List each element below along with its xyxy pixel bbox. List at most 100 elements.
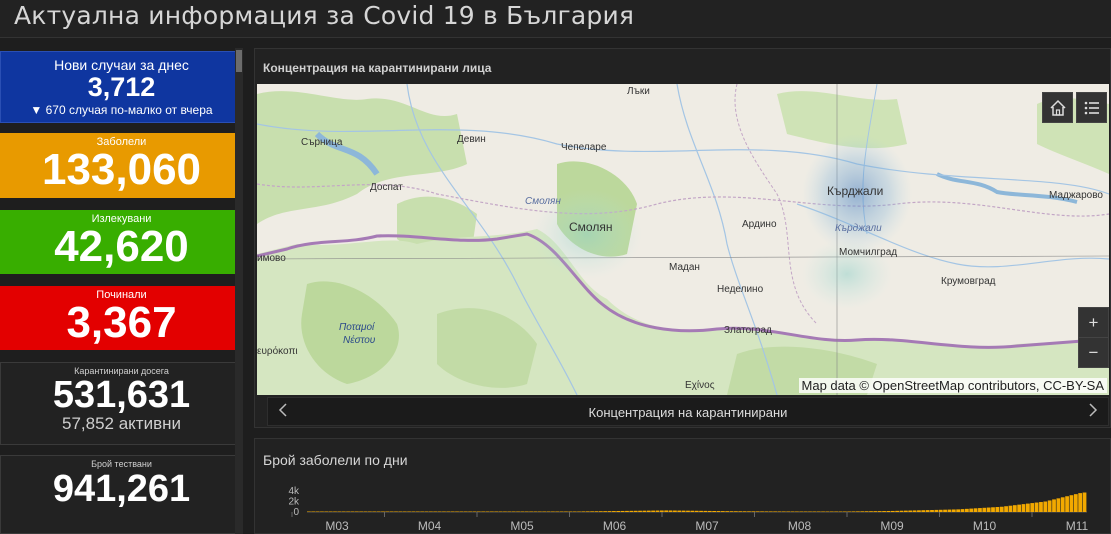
chart-bar[interactable]	[694, 510, 699, 512]
chart-bar[interactable]	[537, 511, 542, 513]
chart-bar[interactable]	[494, 511, 499, 513]
chart-bar[interactable]	[564, 511, 568, 513]
chart-bar[interactable]	[699, 510, 703, 512]
chart-bar[interactable]	[943, 509, 947, 512]
chart-bar[interactable]	[402, 511, 407, 513]
chart-bar[interactable]	[463, 511, 468, 513]
chart-bar[interactable]	[847, 511, 852, 512]
chart-bar[interactable]	[760, 511, 764, 512]
chart-bar[interactable]	[490, 511, 494, 513]
chart-bar[interactable]	[315, 511, 320, 513]
daily-cases-chart[interactable]: 4k2k0 M03 M04 M05 M06 M07 M08 M09 M10 M11	[255, 439, 1111, 534]
chart-bar[interactable]	[877, 511, 882, 512]
chart-bar[interactable]	[389, 511, 394, 513]
chart-bar[interactable]	[568, 511, 573, 513]
chart-bar[interactable]	[764, 511, 769, 512]
chart-bar[interactable]	[677, 510, 682, 512]
chart-bar[interactable]	[320, 511, 324, 513]
chart-bar[interactable]	[890, 510, 895, 512]
chart-bar[interactable]	[455, 511, 459, 513]
chart-bar[interactable]	[1073, 494, 1078, 512]
chart-bar[interactable]	[720, 511, 725, 512]
chart-bar[interactable]	[638, 510, 642, 512]
scrollbar-thumb[interactable]	[236, 50, 242, 72]
chart-bar[interactable]	[577, 511, 581, 513]
chart-bar[interactable]	[1052, 499, 1056, 512]
chart-bar[interactable]	[341, 511, 346, 513]
chart-bar[interactable]	[790, 511, 795, 512]
chart-bar[interactable]	[450, 511, 455, 513]
chart-bar[interactable]	[690, 510, 695, 512]
chart-bar[interactable]	[1034, 502, 1039, 512]
chart-bar[interactable]	[324, 511, 329, 513]
chart-bar[interactable]	[851, 511, 856, 512]
chart-bar[interactable]	[598, 511, 603, 512]
chart-bar[interactable]	[864, 511, 869, 512]
chart-bar[interactable]	[930, 510, 934, 512]
chart-bar[interactable]	[420, 511, 425, 513]
chart-bar[interactable]	[572, 511, 577, 513]
chart-bar[interactable]	[973, 508, 978, 512]
sidebar-scrollbar[interactable]	[235, 48, 243, 534]
chart-bar[interactable]	[629, 510, 634, 512]
chart-bar[interactable]	[956, 509, 961, 512]
chart-bar[interactable]	[555, 511, 560, 513]
chart-bar[interactable]	[856, 511, 860, 512]
chart-bar[interactable]	[411, 511, 416, 513]
chart-bar[interactable]	[516, 511, 520, 513]
chart-bar[interactable]	[816, 511, 821, 513]
chart-bar[interactable]	[860, 511, 865, 512]
chart-bar[interactable]	[385, 511, 390, 513]
chart-bar[interactable]	[886, 511, 891, 512]
chart-bar[interactable]	[673, 510, 677, 512]
chart-bar[interactable]	[681, 510, 686, 512]
chart-bar[interactable]	[803, 511, 808, 513]
map-view[interactable]: Лъки Сърница Девин Чепеларе Доспат Смоля…	[257, 84, 1109, 395]
chart-bar[interactable]	[768, 511, 773, 512]
chart-bar[interactable]	[917, 510, 921, 512]
chart-bar[interactable]	[912, 510, 917, 512]
chart-bar[interactable]	[651, 510, 656, 512]
chart-bar[interactable]	[1004, 506, 1008, 512]
chart-bar[interactable]	[372, 511, 377, 513]
chart-bar[interactable]	[934, 509, 939, 512]
chart-bar[interactable]	[1060, 497, 1065, 512]
chart-bar[interactable]	[433, 511, 438, 513]
chart-bar[interactable]	[729, 511, 734, 512]
chart-bar[interactable]	[311, 511, 316, 513]
chart-bar[interactable]	[551, 511, 555, 513]
chart-bar[interactable]	[777, 511, 782, 512]
chart-bar[interactable]	[707, 510, 712, 512]
chart-bar[interactable]	[328, 511, 333, 513]
chart-bar[interactable]	[655, 510, 660, 512]
chart-bar[interactable]	[725, 511, 730, 512]
chart-bar[interactable]	[869, 511, 873, 512]
chart-bar[interactable]	[1065, 496, 1069, 512]
chart-bar[interactable]	[346, 511, 350, 513]
chart-bar[interactable]	[590, 511, 594, 512]
chart-bar[interactable]	[437, 511, 442, 513]
chart-bar[interactable]	[899, 510, 904, 512]
chart-bar[interactable]	[1017, 504, 1022, 512]
chart-bar[interactable]	[446, 511, 451, 513]
chart-bar[interactable]	[908, 510, 913, 512]
chart-bar[interactable]	[607, 511, 612, 512]
chart-bar[interactable]	[642, 510, 647, 512]
chart-bar[interactable]	[442, 511, 446, 513]
chart-bar[interactable]	[1025, 503, 1030, 512]
chart-bar[interactable]	[407, 511, 411, 513]
chart-bar[interactable]	[716, 511, 721, 512]
chart-bar[interactable]	[773, 511, 778, 512]
chart-bar[interactable]	[307, 511, 311, 513]
chart-bar[interactable]	[995, 507, 1000, 512]
chart-bar[interactable]	[712, 511, 717, 512]
chart-bar[interactable]	[1082, 492, 1087, 512]
chart-bar[interactable]	[734, 511, 738, 512]
chart-bar[interactable]	[1012, 505, 1017, 512]
chart-bar[interactable]	[429, 511, 433, 513]
chart-bar[interactable]	[350, 511, 355, 513]
chart-bar[interactable]	[337, 511, 342, 513]
chart-bar[interactable]	[546, 511, 551, 513]
chart-bar[interactable]	[415, 511, 420, 513]
chart-bar[interactable]	[633, 510, 638, 512]
